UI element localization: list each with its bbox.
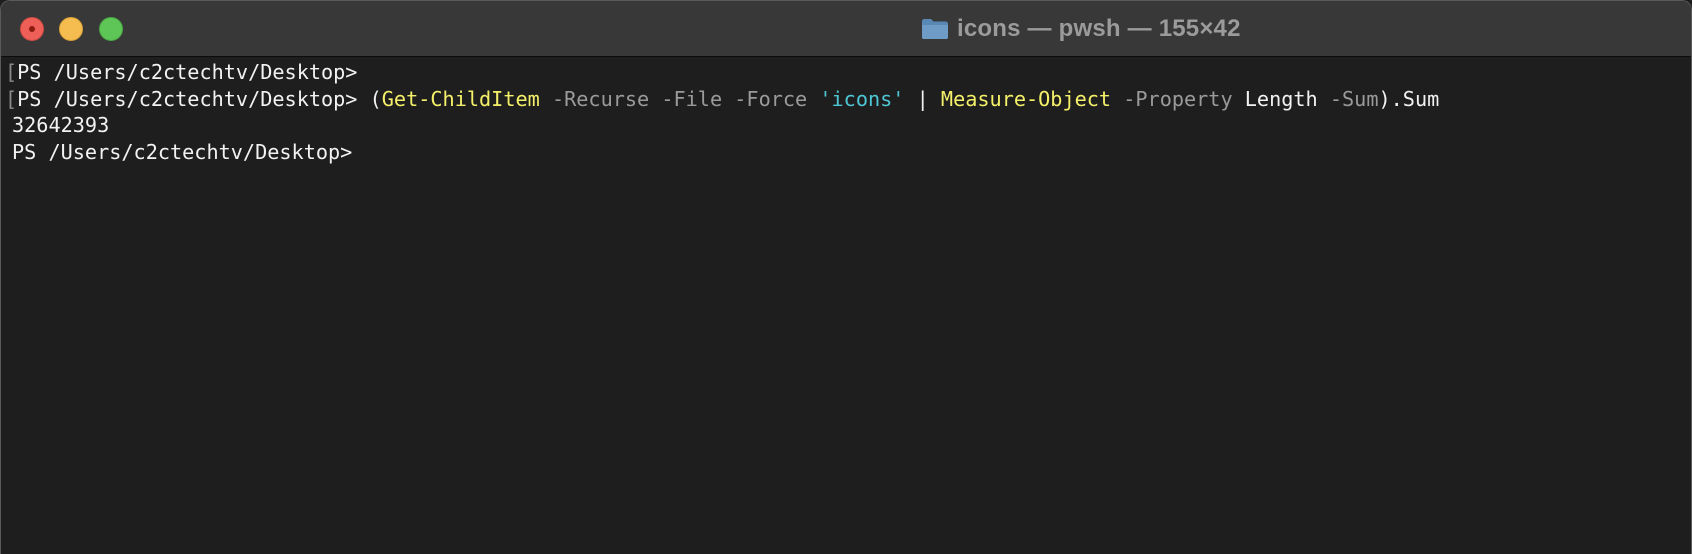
prompt-line: [PS /Users/c2ctechtv/Desktop> (5, 59, 1691, 86)
command-output: 32642393 (12, 113, 110, 137)
command-token-param: -Force (734, 86, 808, 111)
command-token-cmd: Get-ChildItem (381, 86, 540, 111)
command-token-str: 'icons' (819, 86, 905, 111)
prompt-line: [PS /Users/c2ctechtv/Desktop> (Get-Child… (5, 86, 1691, 113)
close-icon[interactable] (20, 17, 44, 41)
folder-icon (922, 19, 948, 39)
command-token-param: -File (661, 86, 723, 111)
title-bar[interactable]: icons — pwsh — 155×42 (1, 1, 1691, 57)
output-line: 32642393 (5, 112, 1691, 139)
close-dot (29, 26, 35, 32)
minimize-icon[interactable] (59, 17, 83, 41)
prompt: PS /Users/c2ctechtv/Desktop> (12, 139, 353, 164)
window-title: icons — pwsh — 155×42 (957, 15, 1241, 42)
zoom-icon[interactable] (99, 17, 123, 41)
command-token-cmd: Measure-Object (940, 86, 1112, 111)
line-mark: [ (5, 86, 18, 111)
terminal-output[interactable]: [PS /Users/c2ctechtv/Desktop> [PS /Users/… (1, 58, 1691, 554)
prompt: PS /Users/c2ctechtv/Desktop> (17, 60, 358, 84)
command-token-param: -Recurse (551, 86, 650, 111)
prompt-line: PS /Users/c2ctechtv/Desktop> (5, 139, 1691, 166)
prompt: PS /Users/c2ctechtv/Desktop> (17, 86, 358, 111)
command-token-param: -Sum (1329, 86, 1379, 111)
command-token-plain: ).Sum (1378, 86, 1440, 111)
command-token-plain: ( (369, 86, 382, 111)
command-token-plain: Length (1244, 86, 1318, 111)
command-token-plain: | (916, 86, 929, 111)
window-title-group: icons — pwsh — 155×42 (921, 1, 1241, 57)
command-token-param: -Property (1123, 86, 1233, 111)
terminal-window: icons — pwsh — 155×42 [PS /Users/c2ctech… (0, 0, 1692, 554)
line-mark: [ (5, 60, 18, 84)
